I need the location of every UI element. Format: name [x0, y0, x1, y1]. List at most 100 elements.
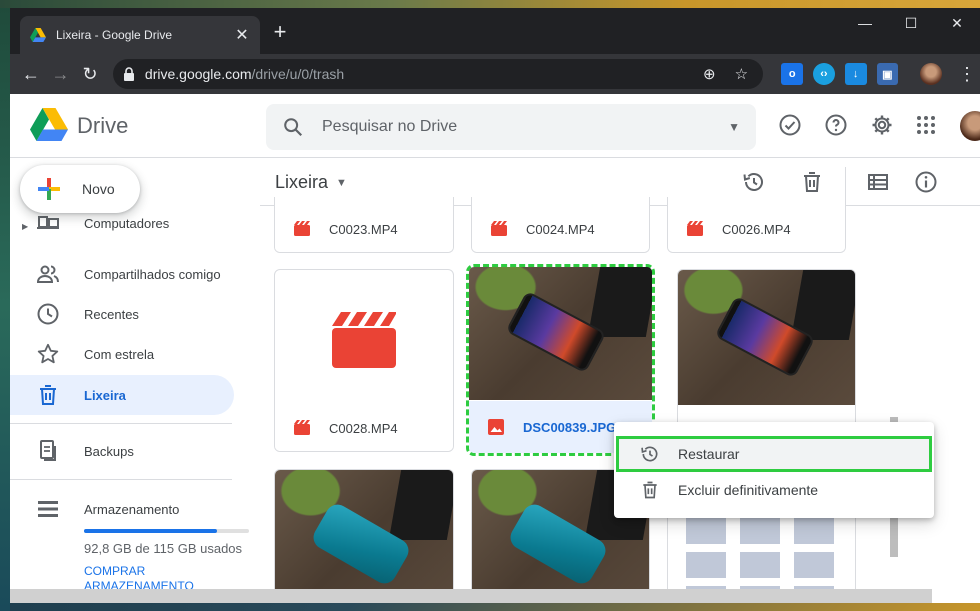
- sidebar-item-label: Recentes: [84, 306, 139, 322]
- code-extension-icon[interactable]: ‹›: [813, 63, 835, 85]
- horizontal-scrollbar[interactable]: [10, 589, 932, 603]
- search-box[interactable]: ▼: [266, 104, 756, 150]
- save-extension-icon[interactable]: ▣: [876, 63, 899, 85]
- apps-grid-icon[interactable]: [914, 113, 938, 137]
- browser-toolbar: ← → ↻ drive.google.com/drive/u/0/trash ⊕…: [10, 54, 980, 94]
- offline-ready-icon[interactable]: [778, 113, 802, 137]
- maximize-icon[interactable]: ☐: [888, 8, 934, 38]
- sidebar-item-trash[interactable]: Lixeira: [10, 375, 234, 415]
- expand-arrow-icon[interactable]: ▶: [22, 222, 28, 231]
- list-view-icon[interactable]: [866, 170, 890, 194]
- bookmark-star-icon[interactable]: ☆: [729, 65, 753, 83]
- gear-icon[interactable]: [870, 113, 894, 137]
- file-card[interactable]: C0028.MP4: [274, 269, 454, 452]
- sidebar-item-label: Com estrela: [84, 346, 155, 362]
- video-file-icon: [491, 221, 507, 236]
- storage-bar: [84, 529, 249, 533]
- reload-icon[interactable]: ↻: [75, 59, 105, 89]
- new-button[interactable]: Novo: [20, 165, 140, 213]
- main-content: Lixeira ▼ C0023.MP4 C0024.MP4 C0026.MP4 …: [260, 159, 980, 603]
- desktop-background: [0, 0, 10, 611]
- backup-icon: [40, 440, 56, 461]
- file-name: C0024.MP4: [526, 221, 595, 237]
- account-avatar[interactable]: [960, 111, 980, 141]
- sidebar-item-label: Backups: [84, 443, 134, 459]
- file-name: C0028.MP4: [329, 420, 398, 436]
- file-name-row: C0026.MP4: [668, 206, 845, 252]
- drive-favicon-icon: [30, 28, 46, 42]
- phone-image: [505, 290, 607, 374]
- window-controls: — ☐ ✕: [842, 8, 980, 38]
- sidebar-divider: [10, 423, 232, 424]
- desktop-background-top: [0, 0, 980, 8]
- restore-menu-item[interactable]: Restaurar: [616, 436, 932, 472]
- profile-avatar-icon[interactable]: [920, 63, 942, 85]
- file-card[interactable]: C0024.MP4: [471, 197, 650, 253]
- video-file-icon: [294, 221, 310, 236]
- storage-usage-text: 92,8 GB de 115 GB usados: [84, 541, 243, 556]
- file-name: C0023.MP4: [329, 221, 398, 237]
- download-extension-icon[interactable]: ↓: [844, 63, 867, 85]
- breadcrumb-dropdown-icon[interactable]: ▼: [336, 177, 347, 189]
- url-host: drive.google.com: [144, 66, 252, 82]
- add-icon[interactable]: ⊕: [697, 65, 721, 83]
- search-options-icon[interactable]: ▼: [728, 120, 740, 134]
- search-icon: [284, 118, 303, 137]
- minimize-icon[interactable]: —: [842, 8, 888, 38]
- tab-close-icon[interactable]: ✕: [234, 25, 250, 45]
- restore-label: Restaurar: [678, 446, 740, 462]
- computer-icon: [37, 216, 59, 229]
- sidebar-item-label: Armazenamento: [84, 501, 180, 517]
- video-thumbnail-icon: [332, 312, 396, 368]
- url-path: /drive/u/0/trash: [251, 66, 345, 82]
- sidebar-item-recent[interactable]: Recentes: [10, 295, 234, 333]
- forward-icon[interactable]: →: [46, 59, 76, 89]
- new-button-label: Novo: [82, 181, 115, 197]
- sidebar-item-storage[interactable]: Armazenamento: [10, 490, 234, 528]
- sidebar-item-starred[interactable]: Com estrela: [10, 335, 234, 373]
- file-card[interactable]: [274, 469, 454, 603]
- storage-bar-fill: [84, 529, 218, 533]
- file-name-row: C0024.MP4: [472, 206, 649, 252]
- clock-icon: [37, 303, 59, 325]
- product-name: Drive: [77, 113, 129, 138]
- sidebar-item-backups[interactable]: Backups: [10, 432, 234, 470]
- new-tab-button[interactable]: +: [268, 21, 292, 45]
- delete-forever-menu-item[interactable]: Excluir definitivamente: [614, 472, 934, 508]
- breadcrumb[interactable]: Lixeira: [275, 172, 328, 193]
- file-card[interactable]: C0026.MP4: [667, 197, 846, 253]
- browser-menu-icon[interactable]: ⋮: [958, 64, 976, 85]
- sidebar: ▶ Computadores Novo Compartilhados comig…: [10, 159, 260, 603]
- tab-title: Lixeira - Google Drive: [56, 28, 173, 42]
- search-input[interactable]: [322, 118, 729, 136]
- restore-icon: [641, 446, 658, 462]
- help-icon[interactable]: [824, 113, 848, 137]
- sidebar-item-shared[interactable]: Compartilhados comigo: [10, 255, 234, 293]
- storage-icon: [38, 501, 58, 517]
- sidebar-item-computers[interactable]: ▶ Computadores: [10, 208, 234, 244]
- back-icon[interactable]: ←: [16, 59, 46, 89]
- browser-window: Lixeira - Google Drive ✕ + — ☐ ✕ ← → ↻ d…: [10, 8, 980, 603]
- tab-drive-trash[interactable]: Lixeira - Google Drive ✕: [20, 16, 260, 54]
- file-name-row: C0023.MP4: [275, 206, 453, 252]
- image-thumbnail: [275, 470, 453, 603]
- trash-icon: [643, 481, 657, 499]
- product-box-image: [388, 470, 453, 540]
- delete-forever-icon[interactable]: [800, 170, 824, 194]
- video-file-icon: [294, 420, 310, 435]
- image-file-icon: [488, 419, 504, 435]
- context-menu: Restaurar Excluir definitivamente: [614, 422, 934, 518]
- product-box-image: [587, 267, 652, 337]
- address-bar[interactable]: drive.google.com/drive/u/0/trash ⊕ ☆: [112, 59, 764, 89]
- close-window-icon[interactable]: ✕: [934, 8, 980, 38]
- star-icon: [37, 343, 59, 364]
- file-name: C0026.MP4: [722, 221, 791, 237]
- toolbar-divider: [845, 167, 846, 197]
- url-text: drive.google.com/drive/u/0/trash: [145, 66, 689, 82]
- info-icon[interactable]: [914, 170, 938, 194]
- restore-icon[interactable]: [742, 170, 766, 194]
- outlook-extension-icon[interactable]: o: [781, 63, 804, 85]
- image-thumbnail: [678, 270, 855, 405]
- file-card[interactable]: C0023.MP4: [274, 197, 454, 253]
- drive-logo-icon: [30, 108, 68, 141]
